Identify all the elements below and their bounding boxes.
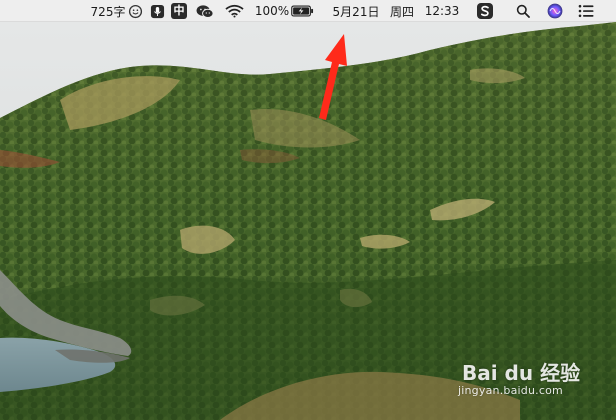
chinese-input-icon: 中 <box>171 3 187 19</box>
input-method-button[interactable]: 中 <box>170 0 188 22</box>
time-label: 12:33 <box>424 4 460 18</box>
wechat-icon <box>195 3 215 19</box>
wechat-button[interactable] <box>195 0 215 22</box>
menu-bar: 725字 中 100% 5月21日 周四 12:33 <box>0 0 616 22</box>
battery-percent-item[interactable]: 100% <box>254 0 290 22</box>
battery-charging-icon <box>290 3 314 19</box>
voice-input-button[interactable] <box>148 0 166 22</box>
watermark-logo: Bai du 经验 <box>462 361 581 385</box>
notification-center-button[interactable] <box>576 0 596 22</box>
date-label: 5月21日 <box>332 4 380 19</box>
word-count-label: 725字 <box>90 4 126 19</box>
watermark-url: jingyan.baidu.com <box>458 384 563 397</box>
battery-menu[interactable] <box>290 0 314 22</box>
wifi-icon <box>224 3 244 19</box>
weekday-label: 周四 <box>389 4 414 19</box>
desktop: 725字 中 100% 5月21日 周四 12:33 Bai du 经验 jin… <box>0 0 616 420</box>
siri-icon <box>547 3 563 19</box>
spotlight-button[interactable] <box>513 0 533 22</box>
siri-button[interactable] <box>545 0 565 22</box>
emoji-face-icon <box>127 3 143 19</box>
wifi-menu[interactable] <box>223 0 245 22</box>
baidu-jingyan-watermark: Bai du 经验 jingyan.baidu.com <box>458 357 582 405</box>
clock-weekday[interactable]: 周四 <box>386 0 418 22</box>
clock-date[interactable]: 5月21日 <box>328 0 384 22</box>
app-s-button[interactable] <box>475 0 495 22</box>
input-method-label: 中 <box>173 4 185 17</box>
battery-percent-label: 100% <box>254 4 290 18</box>
notification-center-icon <box>578 3 594 19</box>
emoji-button[interactable] <box>126 0 144 22</box>
microphone-icon <box>149 3 165 19</box>
scrivener-s-icon <box>477 3 493 19</box>
spotlight-search-icon <box>515 3 531 19</box>
clock-time[interactable]: 12:33 <box>421 0 463 22</box>
word-count-item[interactable]: 725字 <box>88 0 128 22</box>
